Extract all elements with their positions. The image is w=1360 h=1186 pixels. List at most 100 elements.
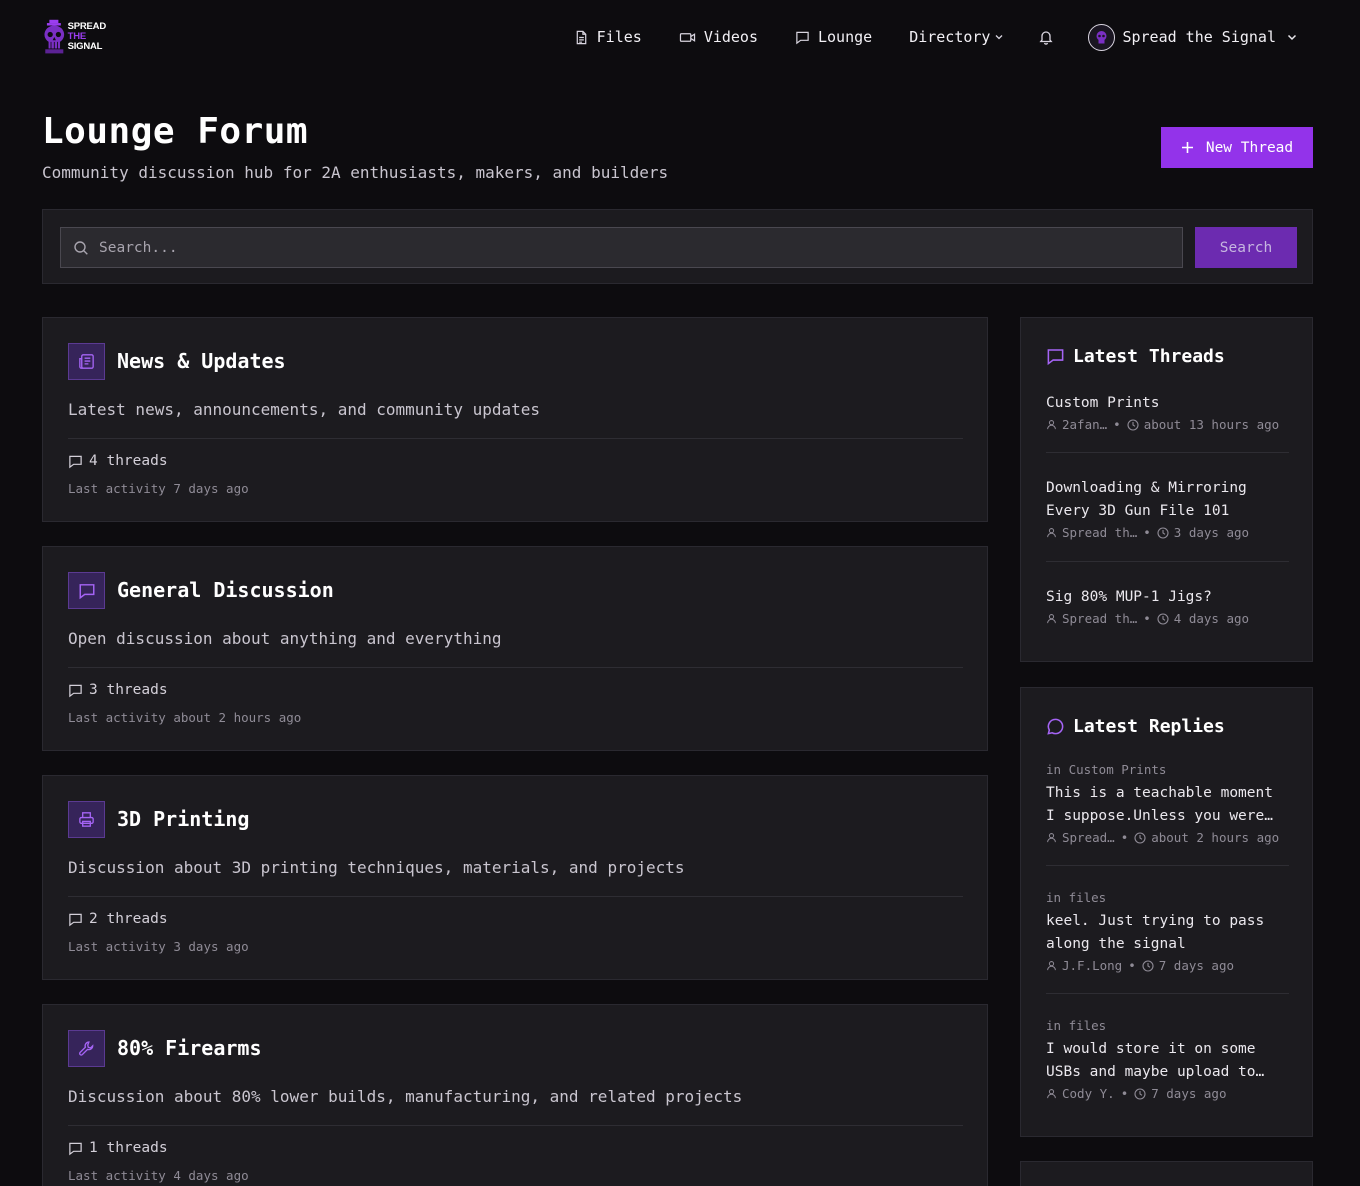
search-button[interactable]: Search — [1195, 227, 1297, 268]
nav-item-videos[interactable]: Videos — [679, 28, 758, 46]
divider — [1046, 561, 1289, 562]
user-icon — [1047, 420, 1056, 430]
divider — [68, 1125, 963, 1126]
reply-meta: Spread… • about 2 hours ago — [1046, 830, 1289, 845]
new-thread-label: New Thread — [1205, 139, 1294, 156]
nav-label-files: Files — [596, 28, 642, 46]
category-icon-box — [68, 801, 105, 838]
reply-context: in files — [1046, 890, 1107, 905]
chat-icon — [79, 583, 94, 599]
reply-context: in Custom Prints — [1046, 762, 1167, 777]
video-icon — [679, 32, 695, 42]
category-card-80-firearms[interactable]: 80% Firearms Discussion about 80% lower … — [42, 1004, 988, 1186]
reply-meta: Cody Y. • 7 days ago — [1046, 1086, 1289, 1101]
skull-logo-icon — [44, 19, 65, 54]
latest-thread-item[interactable]: Custom Prints 2afan… • about 13 hours ag… — [1046, 392, 1289, 432]
sidebar-panel-partial — [1020, 1161, 1313, 1186]
search-box — [60, 227, 1183, 268]
category-title: News & Updates — [117, 349, 286, 373]
latest-reply-item[interactable]: in Custom Prints This is a teachable mom… — [1046, 762, 1289, 845]
latest-threads-heading: Latest Threads — [1046, 346, 1225, 367]
site-logo[interactable]: SPREAD THE SIGNAL — [42, 12, 106, 62]
thread-count: 1 threads — [68, 1140, 168, 1156]
reply-author: Cody Y. — [1062, 1086, 1115, 1101]
search-input[interactable] — [99, 239, 1182, 256]
thread-title: Sig 80% MUP-1 Jigs? — [1046, 589, 1212, 605]
notification-bell-icon[interactable] — [1038, 29, 1054, 45]
user-menu[interactable]: Spread the Signal — [1088, 23, 1298, 51]
thread-count-label: 2 threads — [89, 911, 168, 927]
reply-text: I would store it on some USBs and maybe … — [1046, 1041, 1265, 1080]
chat-icon — [69, 684, 82, 697]
thread-time: 4 days ago — [1173, 611, 1250, 626]
thread-count-label: 4 threads — [89, 453, 168, 469]
category-card-general-discussion[interactable]: General Discussion Open discussion about… — [42, 546, 988, 751]
category-description: Discussion about 80% lower builds, manuf… — [68, 1087, 743, 1106]
divider — [1046, 993, 1289, 994]
clock-icon — [1134, 1087, 1146, 1100]
thread-count-label: 1 threads — [89, 1140, 168, 1156]
thread-meta: 2afan… • about 13 hours ago — [1046, 417, 1289, 432]
category-card-3d-printing[interactable]: 3D Printing Discussion about 3D printing… — [42, 775, 988, 980]
chat-icon — [69, 455, 82, 468]
newspaper-icon — [79, 354, 94, 369]
thread-title: Custom Prints — [1046, 395, 1160, 411]
user-icon — [1047, 614, 1056, 624]
clock-icon — [1157, 526, 1169, 539]
top-navigation-bar: SPREAD THE SIGNAL Files Videos Lounge Di… — [0, 0, 1360, 74]
chat-icon — [1047, 349, 1064, 366]
thread-count-label: 3 threads — [89, 682, 168, 698]
latest-replies-heading: Latest Replies — [1046, 716, 1225, 737]
meta-separator: • — [1128, 958, 1136, 973]
chat-icon — [69, 913, 82, 926]
thread-time: about 13 hours ago — [1143, 417, 1280, 432]
user-icon — [1047, 833, 1056, 843]
plus-icon — [1181, 142, 1193, 153]
meta-separator: • — [1120, 830, 1129, 845]
thread-meta: Spread th… • 4 days ago — [1046, 611, 1289, 626]
thread-author: Spread th… — [1062, 611, 1138, 626]
thread-count: 4 threads — [68, 453, 168, 469]
last-activity: Last activity 4 days ago — [68, 1168, 249, 1183]
category-icon-box — [68, 1030, 105, 1067]
reply-context: in files — [1046, 1018, 1107, 1033]
category-card-news-updates[interactable]: News & Updates Latest news, announcement… — [42, 317, 988, 522]
nav-item-lounge[interactable]: Lounge — [795, 28, 872, 46]
new-thread-button[interactable]: New Thread — [1161, 127, 1313, 168]
chat-icon — [796, 31, 809, 44]
wrench-icon — [79, 1041, 94, 1056]
user-icon — [1047, 961, 1056, 971]
meta-separator: • — [1143, 611, 1151, 626]
latest-threads-panel: Latest Threads Custom Prints 2afan… • ab… — [1020, 317, 1313, 662]
thread-author: Spread th… — [1062, 525, 1138, 540]
meta-separator: • — [1120, 1086, 1129, 1101]
category-title: 3D Printing — [117, 807, 250, 831]
thread-author: 2afan… — [1062, 417, 1108, 432]
category-description: Latest news, announcements, and communit… — [68, 400, 541, 419]
latest-reply-item[interactable]: in files keel. Just trying to pass along… — [1046, 890, 1289, 973]
thread-count: 3 threads — [68, 682, 168, 698]
reply-author: J.F.Long — [1062, 958, 1123, 973]
divider — [68, 667, 963, 668]
skull-avatar-icon — [1096, 30, 1107, 43]
page-subtitle: Community discussion hub for 2A enthusia… — [42, 163, 669, 182]
latest-reply-item[interactable]: in files I would store it on some USBs a… — [1046, 1018, 1289, 1101]
chevron-down-icon — [996, 35, 1003, 40]
meta-separator: • — [1143, 525, 1151, 540]
latest-replies-panel: Latest Replies in Custom Prints This is … — [1020, 687, 1313, 1137]
nav-item-directory[interactable]: Directory — [909, 28, 1004, 46]
search-panel: Search — [42, 209, 1313, 284]
reply-time: 7 days ago — [1151, 1086, 1227, 1101]
divider — [1046, 452, 1289, 453]
file-icon — [576, 30, 586, 44]
printer-icon — [79, 812, 94, 827]
main-nav: Files Videos Lounge Directory Spread the… — [574, 22, 1298, 52]
latest-thread-item[interactable]: Sig 80% MUP-1 Jigs? Spread th… • 4 days … — [1046, 586, 1289, 626]
logo-wordmark: SPREAD THE SIGNAL — [68, 22, 107, 52]
last-activity: Last activity about 2 hours ago — [68, 710, 302, 725]
thread-title: Downloading & Mirroring Every 3D Gun Fil… — [1046, 480, 1247, 519]
category-title: 80% Firearms — [117, 1036, 262, 1060]
latest-thread-item[interactable]: Downloading & Mirroring Every 3D Gun Fil… — [1046, 477, 1289, 540]
thread-time: 3 days ago — [1173, 525, 1250, 540]
nav-item-files[interactable]: Files — [574, 28, 642, 46]
